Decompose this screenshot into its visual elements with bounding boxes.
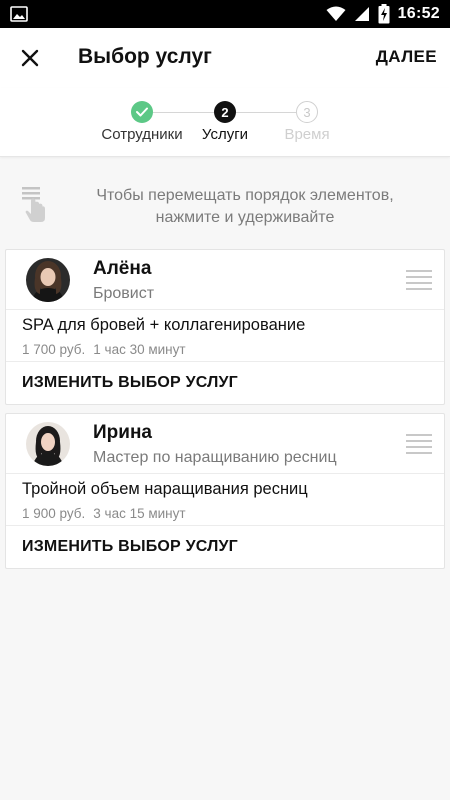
touch-drag-icon xyxy=(22,187,45,222)
change-services-button[interactable]: ИЗМЕНИТЬ ВЫБОР УСЛУГ xyxy=(6,362,444,404)
change-services-label: ИЗМЕНИТЬ ВЫБОР УСЛУГ xyxy=(22,538,238,555)
employee-header: Ирина Мастер по наращиванию ресниц xyxy=(6,414,444,474)
employee-role: Бровист xyxy=(93,285,155,302)
step-label-employees[interactable]: Сотрудники xyxy=(101,126,182,143)
service-duration: 1 час 30 минут xyxy=(93,342,186,357)
service-meta: 1 900 руб. 3 час 15 минут xyxy=(22,506,186,521)
page-title: Выбор услуг xyxy=(78,45,212,68)
change-services-label: ИЗМЕНИТЬ ВЫБОР УСЛУГ xyxy=(22,374,238,391)
service-name: Тройной объем наращивания ресниц xyxy=(22,480,308,498)
check-icon xyxy=(136,107,148,117)
next-button[interactable]: ДАЛЕЕ xyxy=(376,47,437,67)
change-services-button[interactable]: ИЗМЕНИТЬ ВЫБОР УСЛУГ xyxy=(6,526,444,568)
wifi-icon xyxy=(326,6,346,21)
app-bar: Выбор услуг ДАЛЕЕ xyxy=(0,28,450,88)
service-duration: 3 час 15 минут xyxy=(93,506,186,521)
employee-service-card: Ирина Мастер по наращиванию ресниц Тройн… xyxy=(5,413,445,569)
step-active-indicator: 2 xyxy=(214,101,236,123)
drag-handle-icon[interactable] xyxy=(406,270,432,290)
step-label-services: Услуги xyxy=(201,126,249,143)
service-price: 1 700 руб. xyxy=(22,342,86,357)
reorder-hint: Чтобы перемещать порядок элементов, нажм… xyxy=(0,170,450,240)
service-name: SPA для бровей + коллагенирование xyxy=(22,316,306,334)
hint-text: Чтобы перемещать порядок элементов, нажм… xyxy=(96,187,394,226)
step-done-indicator xyxy=(131,101,153,123)
step-connector xyxy=(153,112,214,113)
drag-handle-icon[interactable] xyxy=(406,434,432,454)
close-icon xyxy=(21,49,39,67)
employee-header: Алёна Бровист xyxy=(6,250,444,310)
battery-charging-icon xyxy=(378,4,390,24)
service-item: SPA для бровей + коллагенирование 1 700 … xyxy=(6,310,444,362)
employee-service-card: Алёна Бровист SPA для бровей + коллагени… xyxy=(5,249,445,405)
step-connector xyxy=(236,112,296,113)
service-item: Тройной объем наращивания ресниц 1 900 р… xyxy=(6,474,444,526)
stepper: 2 3 Сотрудники Услуги Время xyxy=(0,88,450,157)
status-time: 16:52 xyxy=(397,5,440,22)
signal-icon xyxy=(354,7,369,21)
avatar xyxy=(26,258,70,302)
employee-name: Алёна xyxy=(93,258,152,279)
step-inactive-indicator: 3 xyxy=(296,101,318,123)
employee-name: Ирина xyxy=(93,422,152,443)
image-icon xyxy=(10,6,28,22)
status-bar: 16:52 xyxy=(0,0,450,28)
close-button[interactable] xyxy=(12,40,48,76)
service-price: 1 900 руб. xyxy=(22,506,86,521)
avatar xyxy=(26,422,70,466)
step-label-time: Время xyxy=(284,126,330,143)
employee-role: Мастер по наращиванию ресниц xyxy=(93,449,337,466)
service-meta: 1 700 руб. 1 час 30 минут xyxy=(22,342,186,357)
